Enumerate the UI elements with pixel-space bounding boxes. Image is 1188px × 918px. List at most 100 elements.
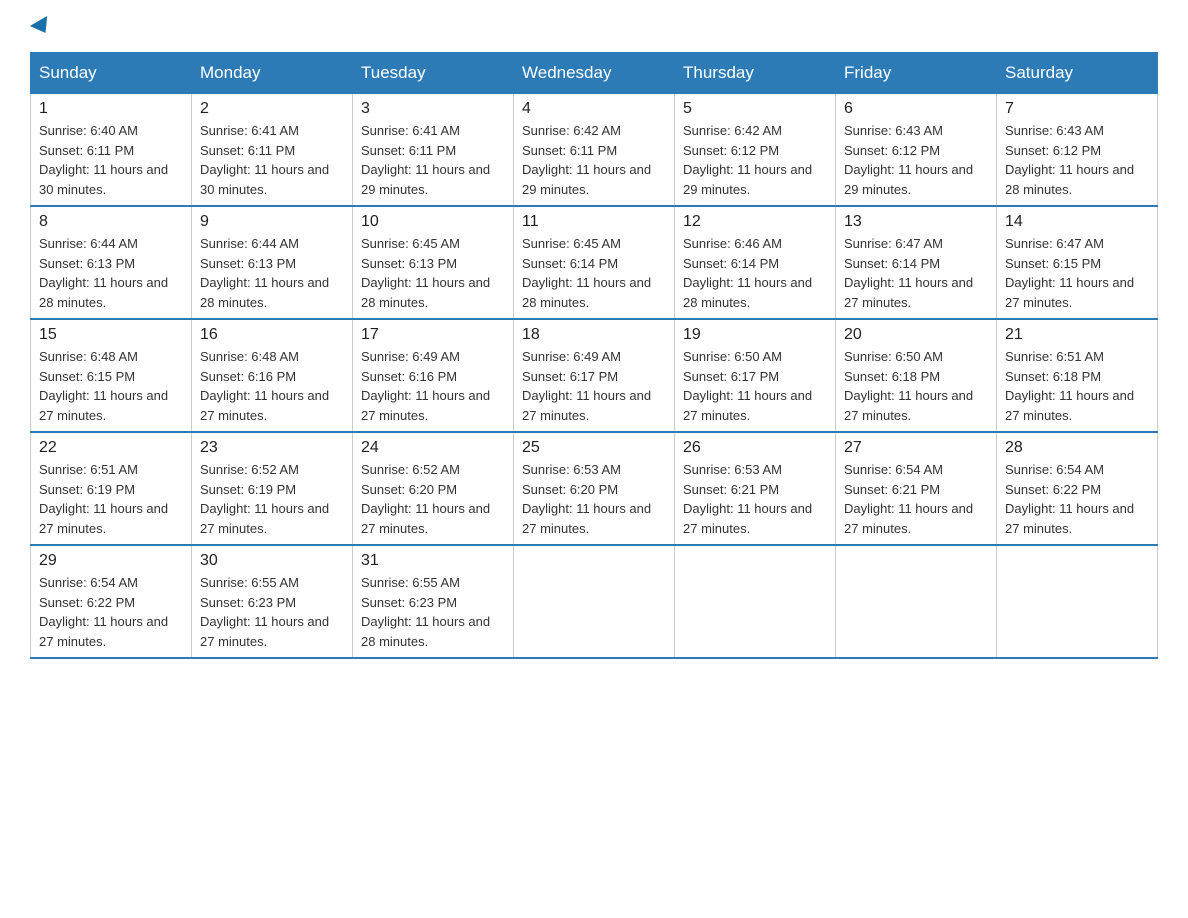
daylight-label: Daylight: 11 hours and 27 minutes. (844, 501, 973, 536)
sunrise-label: Sunrise: 6:45 AM (522, 236, 621, 251)
day-info: Sunrise: 6:50 AM Sunset: 6:18 PM Dayligh… (844, 347, 988, 425)
sunset-label: Sunset: 6:12 PM (683, 143, 779, 158)
table-row: 4 Sunrise: 6:42 AM Sunset: 6:11 PM Dayli… (514, 94, 675, 207)
daylight-label: Daylight: 11 hours and 27 minutes. (522, 388, 651, 423)
day-number: 19 (683, 326, 827, 344)
day-info: Sunrise: 6:54 AM Sunset: 6:21 PM Dayligh… (844, 460, 988, 538)
calendar-week-row: 1 Sunrise: 6:40 AM Sunset: 6:11 PM Dayli… (31, 94, 1158, 207)
sunrise-label: Sunrise: 6:41 AM (200, 123, 299, 138)
sunset-label: Sunset: 6:17 PM (683, 369, 779, 384)
day-number: 1 (39, 100, 183, 118)
sunrise-label: Sunrise: 6:47 AM (1005, 236, 1104, 251)
table-row: 16 Sunrise: 6:48 AM Sunset: 6:16 PM Dayl… (192, 319, 353, 432)
day-number: 15 (39, 326, 183, 344)
sunrise-label: Sunrise: 6:44 AM (200, 236, 299, 251)
day-info: Sunrise: 6:51 AM Sunset: 6:18 PM Dayligh… (1005, 347, 1149, 425)
sunrise-label: Sunrise: 6:53 AM (522, 462, 621, 477)
day-number: 8 (39, 213, 183, 231)
day-info: Sunrise: 6:51 AM Sunset: 6:19 PM Dayligh… (39, 460, 183, 538)
day-number: 12 (683, 213, 827, 231)
daylight-label: Daylight: 11 hours and 29 minutes. (361, 162, 490, 197)
daylight-label: Daylight: 11 hours and 27 minutes. (361, 501, 490, 536)
table-row: 20 Sunrise: 6:50 AM Sunset: 6:18 PM Dayl… (836, 319, 997, 432)
day-number: 23 (200, 439, 344, 457)
day-info: Sunrise: 6:40 AM Sunset: 6:11 PM Dayligh… (39, 121, 183, 199)
table-row: 11 Sunrise: 6:45 AM Sunset: 6:14 PM Dayl… (514, 206, 675, 319)
table-row: 25 Sunrise: 6:53 AM Sunset: 6:20 PM Dayl… (514, 432, 675, 545)
daylight-label: Daylight: 11 hours and 28 minutes. (683, 275, 812, 310)
sunset-label: Sunset: 6:21 PM (844, 482, 940, 497)
table-row (836, 545, 997, 658)
day-info: Sunrise: 6:52 AM Sunset: 6:20 PM Dayligh… (361, 460, 505, 538)
sunrise-label: Sunrise: 6:55 AM (361, 575, 460, 590)
sunrise-label: Sunrise: 6:43 AM (844, 123, 943, 138)
day-number: 21 (1005, 326, 1149, 344)
sunrise-label: Sunrise: 6:48 AM (200, 349, 299, 364)
sunrise-label: Sunrise: 6:54 AM (844, 462, 943, 477)
day-info: Sunrise: 6:55 AM Sunset: 6:23 PM Dayligh… (200, 573, 344, 651)
day-info: Sunrise: 6:54 AM Sunset: 6:22 PM Dayligh… (39, 573, 183, 651)
table-row: 19 Sunrise: 6:50 AM Sunset: 6:17 PM Dayl… (675, 319, 836, 432)
day-number: 14 (1005, 213, 1149, 231)
sunset-label: Sunset: 6:15 PM (39, 369, 135, 384)
day-info: Sunrise: 6:43 AM Sunset: 6:12 PM Dayligh… (1005, 121, 1149, 199)
daylight-label: Daylight: 11 hours and 27 minutes. (39, 501, 168, 536)
daylight-label: Daylight: 11 hours and 28 minutes. (361, 275, 490, 310)
day-info: Sunrise: 6:53 AM Sunset: 6:20 PM Dayligh… (522, 460, 666, 538)
day-info: Sunrise: 6:49 AM Sunset: 6:17 PM Dayligh… (522, 347, 666, 425)
table-row: 6 Sunrise: 6:43 AM Sunset: 6:12 PM Dayli… (836, 94, 997, 207)
sunset-label: Sunset: 6:14 PM (844, 256, 940, 271)
table-row: 17 Sunrise: 6:49 AM Sunset: 6:16 PM Dayl… (353, 319, 514, 432)
day-info: Sunrise: 6:54 AM Sunset: 6:22 PM Dayligh… (1005, 460, 1149, 538)
day-number: 17 (361, 326, 505, 344)
col-wednesday: Wednesday (514, 53, 675, 94)
day-number: 3 (361, 100, 505, 118)
daylight-label: Daylight: 11 hours and 27 minutes. (39, 388, 168, 423)
sunrise-label: Sunrise: 6:50 AM (683, 349, 782, 364)
calendar-week-row: 22 Sunrise: 6:51 AM Sunset: 6:19 PM Dayl… (31, 432, 1158, 545)
page-header (30, 20, 1158, 34)
sunset-label: Sunset: 6:11 PM (361, 143, 456, 158)
daylight-label: Daylight: 11 hours and 27 minutes. (683, 388, 812, 423)
day-number: 11 (522, 213, 666, 231)
day-info: Sunrise: 6:44 AM Sunset: 6:13 PM Dayligh… (200, 234, 344, 312)
daylight-label: Daylight: 11 hours and 27 minutes. (522, 501, 651, 536)
table-row: 8 Sunrise: 6:44 AM Sunset: 6:13 PM Dayli… (31, 206, 192, 319)
table-row: 2 Sunrise: 6:41 AM Sunset: 6:11 PM Dayli… (192, 94, 353, 207)
calendar-header-row: Sunday Monday Tuesday Wednesday Thursday… (31, 53, 1158, 94)
daylight-label: Daylight: 11 hours and 27 minutes. (361, 388, 490, 423)
daylight-label: Daylight: 11 hours and 27 minutes. (1005, 275, 1134, 310)
sunset-label: Sunset: 6:21 PM (683, 482, 779, 497)
sunrise-label: Sunrise: 6:54 AM (1005, 462, 1104, 477)
daylight-label: Daylight: 11 hours and 27 minutes. (844, 388, 973, 423)
day-info: Sunrise: 6:48 AM Sunset: 6:15 PM Dayligh… (39, 347, 183, 425)
table-row: 9 Sunrise: 6:44 AM Sunset: 6:13 PM Dayli… (192, 206, 353, 319)
day-number: 20 (844, 326, 988, 344)
daylight-label: Daylight: 11 hours and 27 minutes. (200, 501, 329, 536)
day-info: Sunrise: 6:47 AM Sunset: 6:14 PM Dayligh… (844, 234, 988, 312)
sunset-label: Sunset: 6:23 PM (200, 595, 296, 610)
sunrise-label: Sunrise: 6:48 AM (39, 349, 138, 364)
sunrise-label: Sunrise: 6:46 AM (683, 236, 782, 251)
sunrise-label: Sunrise: 6:45 AM (361, 236, 460, 251)
day-info: Sunrise: 6:50 AM Sunset: 6:17 PM Dayligh… (683, 347, 827, 425)
daylight-label: Daylight: 11 hours and 29 minutes. (522, 162, 651, 197)
sunrise-label: Sunrise: 6:52 AM (200, 462, 299, 477)
day-info: Sunrise: 6:41 AM Sunset: 6:11 PM Dayligh… (361, 121, 505, 199)
daylight-label: Daylight: 11 hours and 27 minutes. (1005, 501, 1134, 536)
table-row: 23 Sunrise: 6:52 AM Sunset: 6:19 PM Dayl… (192, 432, 353, 545)
daylight-label: Daylight: 11 hours and 27 minutes. (683, 501, 812, 536)
daylight-label: Daylight: 11 hours and 29 minutes. (844, 162, 973, 197)
day-number: 9 (200, 213, 344, 231)
day-number: 2 (200, 100, 344, 118)
col-tuesday: Tuesday (353, 53, 514, 94)
calendar-week-row: 8 Sunrise: 6:44 AM Sunset: 6:13 PM Dayli… (31, 206, 1158, 319)
sunset-label: Sunset: 6:22 PM (1005, 482, 1101, 497)
daylight-label: Daylight: 11 hours and 27 minutes. (39, 614, 168, 649)
sunset-label: Sunset: 6:14 PM (522, 256, 618, 271)
daylight-label: Daylight: 11 hours and 28 minutes. (1005, 162, 1134, 197)
table-row: 18 Sunrise: 6:49 AM Sunset: 6:17 PM Dayl… (514, 319, 675, 432)
col-monday: Monday (192, 53, 353, 94)
day-info: Sunrise: 6:52 AM Sunset: 6:19 PM Dayligh… (200, 460, 344, 538)
day-number: 18 (522, 326, 666, 344)
